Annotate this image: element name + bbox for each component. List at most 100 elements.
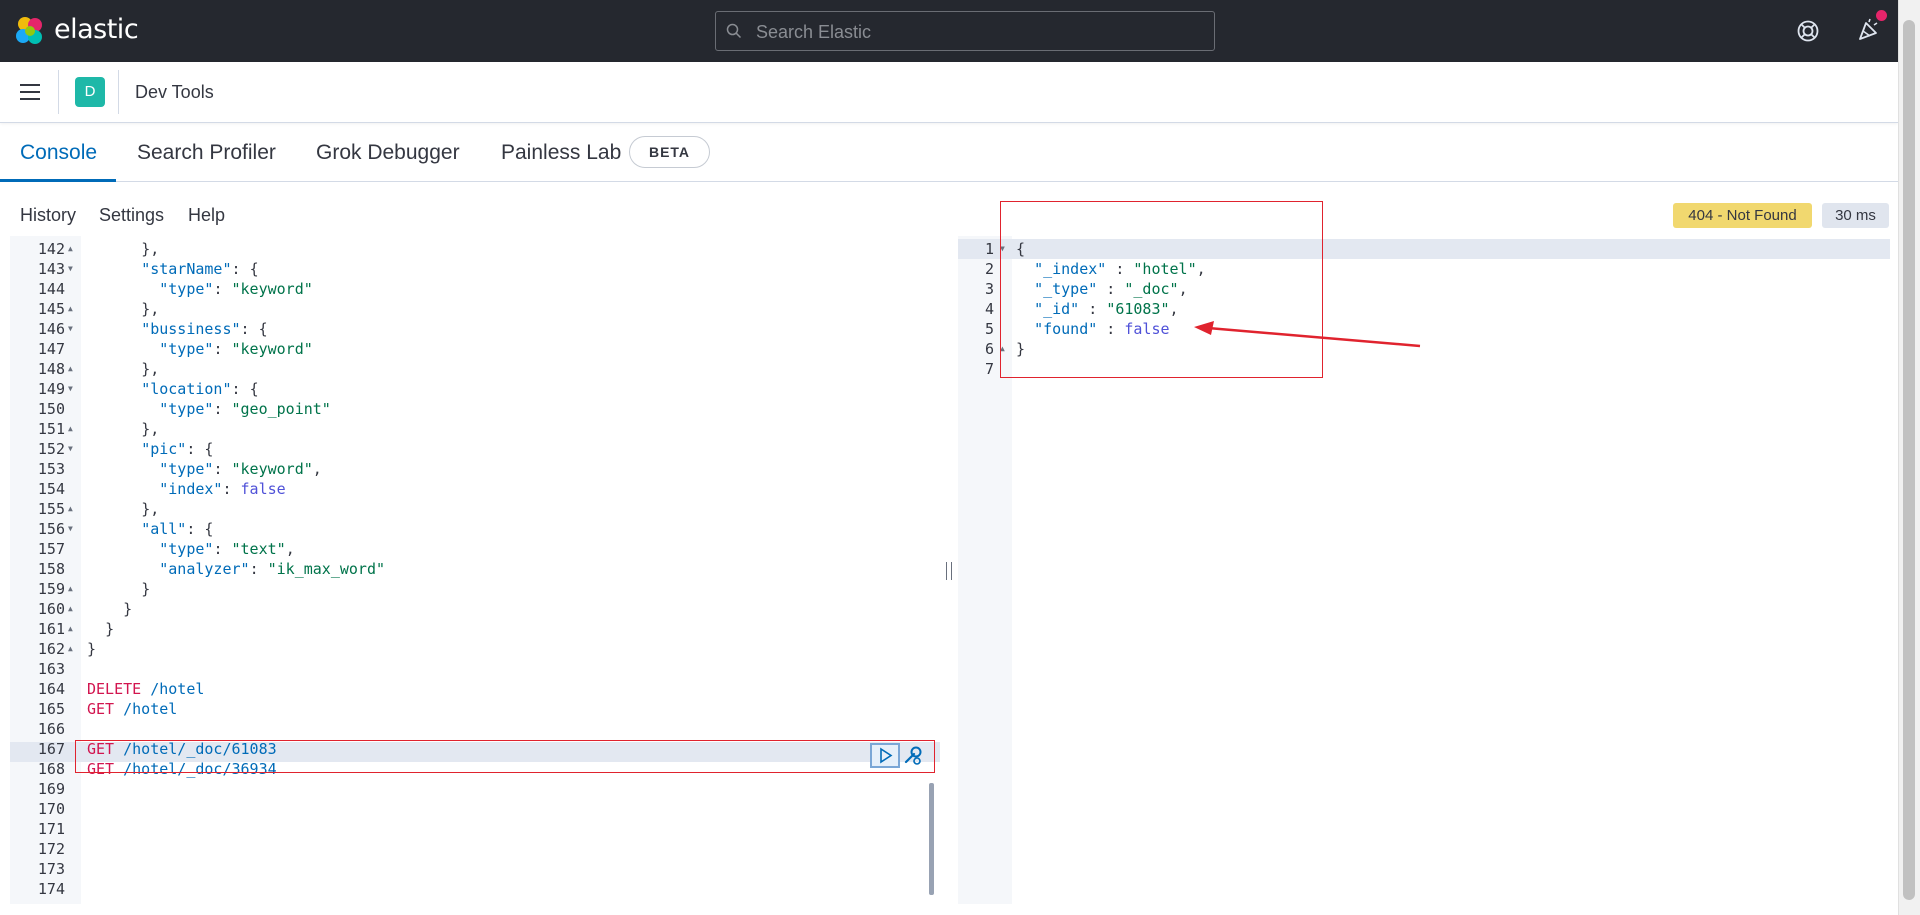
code-line: }, (141, 500, 160, 518)
search-input[interactable]: Search Elastic (715, 11, 1215, 51)
code-line: } (141, 580, 151, 598)
line-number: 161 (37, 620, 65, 638)
line-number: 155 (37, 500, 65, 518)
annotation-box (75, 740, 935, 773)
code-line: "pic": { (141, 440, 214, 458)
code-line: }, (141, 420, 160, 438)
code-line: "type": "keyword" (159, 340, 313, 358)
help-link[interactable]: Help (188, 205, 225, 226)
code-line: }, (141, 240, 160, 258)
tab-console[interactable]: Console (20, 141, 97, 165)
line-number: 150 (37, 400, 65, 418)
timing-badge: 30 ms (1822, 203, 1889, 228)
code-line: }, (141, 300, 160, 318)
fold-close-icon[interactable]: ▲ (68, 419, 73, 439)
line-number: 145 (37, 300, 65, 318)
line-number: 147 (37, 340, 65, 358)
breadcrumb: Dev Tools (135, 82, 214, 102)
space-avatar[interactable]: D (75, 77, 105, 107)
code-line: "starName": { (141, 260, 259, 278)
code-line: "type": "text", (159, 540, 295, 558)
tab-grok-debugger[interactable]: Grok Debugger (316, 141, 460, 165)
line-number: 2 (984, 260, 994, 278)
search-icon (726, 23, 742, 39)
help-icon[interactable] (1796, 19, 1820, 43)
fold-open-icon[interactable]: ▼ (68, 319, 73, 339)
fold-close-icon[interactable]: ▲ (68, 499, 73, 519)
fold-close-icon[interactable]: ▲ (68, 239, 73, 259)
fold-close-icon[interactable]: ▲ (68, 359, 73, 379)
status-badge: 404 - Not Found (1673, 203, 1812, 228)
notification-badge (1876, 10, 1887, 21)
code-line: GET /hotel (87, 700, 178, 718)
line-number: 167 (37, 740, 65, 758)
play-icon (880, 747, 893, 764)
tab-painless-lab[interactable]: Painless Lab (501, 141, 621, 165)
line-number: 4 (984, 300, 994, 318)
code-line: } (123, 600, 133, 618)
line-number: 164 (37, 680, 65, 698)
fold-close-icon[interactable]: ▲ (68, 619, 73, 639)
line-number: 7 (984, 360, 994, 378)
fold-open-icon[interactable]: ▼ (68, 259, 73, 279)
line-number: 149 (37, 380, 65, 398)
line-number: 143 (37, 260, 65, 278)
top-header: elastic Search Elastic (0, 0, 1898, 62)
annotation-arrow-icon (1194, 321, 1421, 348)
pane-resize-handle[interactable] (946, 562, 952, 580)
code-line: "bussiness": { (141, 320, 268, 338)
wrench-icon[interactable] (902, 744, 924, 766)
line-number: 144 (37, 280, 65, 298)
line-number: 173 (37, 860, 65, 878)
code-line: } (87, 640, 97, 658)
fold-close-icon[interactable]: ▲ (68, 599, 73, 619)
breadcrumb-bar: D Dev Tools (0, 62, 1898, 123)
fold-close-icon[interactable]: ▲ (68, 299, 73, 319)
tab-search-profiler[interactable]: Search Profiler (137, 141, 276, 165)
request-editor[interactable]: 142 ▲ }, 143 ▼ "starName": {144 "type": "ke… (10, 236, 940, 904)
line-number: 146 (37, 320, 65, 338)
line-number: 172 (37, 840, 65, 858)
divider (118, 70, 119, 114)
fold-open-icon[interactable]: ▼ (68, 379, 73, 399)
line-number: 151 (37, 420, 65, 438)
brand-name[interactable]: elastic (54, 14, 139, 45)
line-number: 158 (37, 560, 65, 578)
page-scrollbar-thumb[interactable] (1903, 20, 1915, 900)
line-number: 153 (37, 460, 65, 478)
search-placeholder: Search Elastic (756, 22, 872, 42)
beta-badge: BETA (629, 136, 710, 168)
line-number: 160 (37, 600, 65, 618)
line-number: 163 (37, 660, 65, 678)
send-request-button[interactable] (870, 743, 900, 768)
code-line: "index": false (159, 480, 286, 498)
code-line: "location": { (141, 380, 259, 398)
elastic-logo-icon[interactable] (14, 15, 46, 47)
code-line: "type": "geo_point" (159, 400, 331, 418)
line-number: 1 (984, 240, 994, 258)
divider (58, 70, 59, 114)
line-number: 148 (37, 360, 65, 378)
line-number: 174 (37, 880, 65, 898)
fold-close-icon[interactable]: ▲ (68, 639, 73, 659)
settings-link[interactable]: Settings (99, 205, 164, 226)
line-number: 157 (37, 540, 65, 558)
editor-scrollbar[interactable] (929, 783, 934, 895)
code-line: }, (141, 360, 160, 378)
line-number: 171 (37, 820, 65, 838)
line-number: 170 (37, 800, 65, 818)
menu-toggle-icon[interactable] (20, 84, 40, 100)
fold-close-icon[interactable]: ▲ (68, 579, 73, 599)
newsfeed-icon[interactable] (1856, 17, 1882, 43)
annotation-box (1000, 201, 1323, 378)
tab-bar: Console Search Profiler Grok Debugger Pa… (0, 124, 1898, 182)
line-number: 162 (37, 640, 65, 658)
fold-open-icon[interactable]: ▼ (68, 519, 73, 539)
code-line: DELETE /hotel (87, 680, 205, 698)
line-number: 159 (37, 580, 65, 598)
line-number: 166 (37, 720, 65, 738)
history-link[interactable]: History (20, 205, 76, 226)
fold-open-icon[interactable]: ▼ (68, 439, 73, 459)
active-tab-indicator (0, 179, 116, 182)
line-number: 3 (984, 280, 994, 298)
